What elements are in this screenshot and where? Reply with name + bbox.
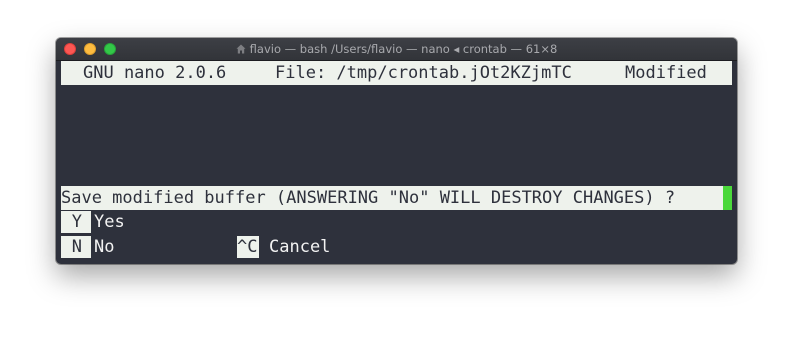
nano-version: GNU nano 2.0.6 (83, 63, 227, 83)
modified-status: Modified (625, 63, 707, 83)
terminal-content[interactable]: GNU nano 2.0.6 File: /tmp/crontab.jOt2KZ… (56, 61, 737, 264)
prompt-text: Save modified buffer (ANSWERING "No" WIL… (61, 188, 676, 208)
shortcut-key-ctrl-c[interactable]: ^C (237, 236, 259, 258)
nano-header-bar: GNU nano 2.0.6 File: /tmp/crontab.jOt2KZ… (61, 61, 732, 85)
shortcut-label-no[interactable]: No (94, 235, 114, 259)
window-title: flavio — bash /Users/flavio — nano ◂ cro… (249, 42, 558, 56)
terminal-window: flavio — bash /Users/flavio — nano ◂ cro… (56, 38, 737, 264)
window-title-container: flavio — bash /Users/flavio — nano ◂ cro… (56, 38, 737, 60)
shortcut-key-y[interactable]: Y (61, 211, 82, 233)
shortcut-key-n-fill (82, 236, 91, 258)
home-icon (236, 39, 246, 54)
shortcut-key-n[interactable]: N (61, 236, 82, 258)
title-bar[interactable]: flavio — bash /Users/flavio — nano ◂ cro… (56, 38, 737, 61)
save-prompt: Save modified buffer (ANSWERING "No" WIL… (61, 186, 732, 210)
shortcut-key-y-fill (82, 211, 91, 233)
file-name: File: /tmp/crontab.jOt2KZjmTC (275, 63, 572, 83)
shortcut-label-yes[interactable]: Yes (94, 210, 125, 234)
shortcut-label-cancel[interactable]: Cancel (269, 235, 330, 259)
text-cursor (723, 186, 732, 210)
